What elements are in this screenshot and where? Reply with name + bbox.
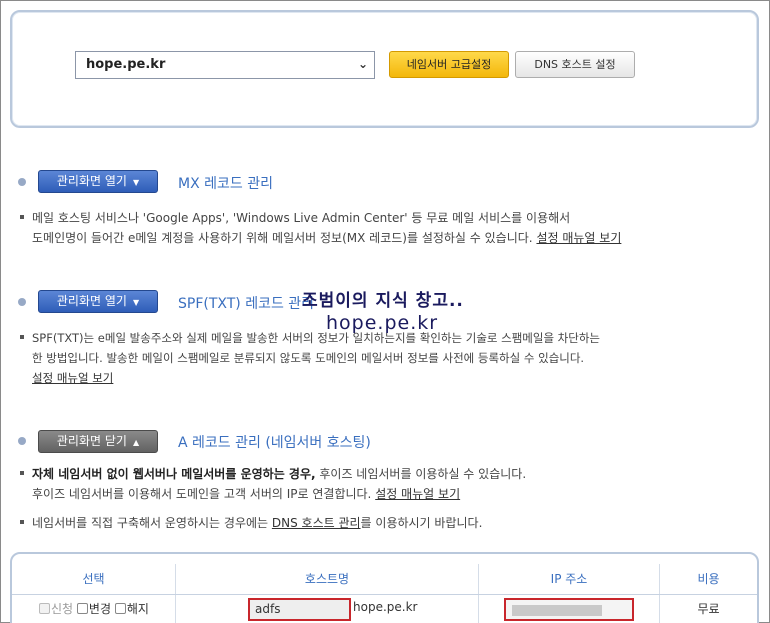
mx-description: 메일 호스팅 서비스나 'Google Apps', 'Windows Live… — [20, 208, 760, 248]
col-header-select: 선택 — [82, 572, 105, 586]
square-bullet-icon — [20, 334, 24, 339]
apply-checkbox[interactable] — [39, 603, 50, 614]
table-row-select-options: 신청 변경 해지 — [39, 600, 149, 617]
cancel-label: 해지 — [126, 602, 149, 616]
dns-host-manage-link[interactable]: DNS 호스트 관리 — [272, 516, 361, 530]
ip-address-input[interactable] — [504, 598, 634, 621]
cancel-checkbox[interactable] — [114, 603, 126, 614]
header-divider — [12, 594, 757, 595]
hostname-suffix: hope.pe.kr — [353, 600, 418, 614]
mx-manual-link[interactable]: 설정 매뉴얼 보기 — [536, 231, 621, 245]
section-bullet — [18, 178, 26, 186]
nameserver-advanced-button[interactable]: 네임서버 고급설정 — [389, 51, 509, 78]
spf-desc-line2: 한 방법입니다. 발송한 메일이 스팸메일로 분류되지 않도록 도메인의 메일서… — [32, 351, 585, 365]
cost-value: 무료 — [697, 602, 720, 616]
a-record-table: 선택 호스트명 IP 주소 비용 신청 변경 해지 adfs hope.pe.k… — [10, 552, 759, 623]
col-header-cost: 비용 — [697, 572, 720, 586]
mx-section-title: MX 레코드 관리 — [178, 176, 273, 192]
a-record-desc3-post: 를 이용하시기 바랍니다. — [360, 516, 483, 530]
square-bullet-icon — [20, 470, 24, 475]
caret-down-icon: ▼ — [132, 298, 140, 307]
col-header-ip: IP 주소 — [550, 572, 588, 586]
a-record-description: 자체 네임서버 없이 웹서버나 메일서버를 운영하는 경우, 후이즈 네임서버를… — [20, 464, 760, 504]
watermark-url: hope.pe.kr — [326, 312, 439, 334]
caret-up-icon: ▲ — [132, 438, 140, 447]
mx-toggle-label: 관리화면 열기 — [56, 174, 127, 188]
col-header-hostname: 호스트명 — [304, 572, 350, 586]
section-bullet — [18, 298, 26, 306]
section-bullet — [18, 437, 26, 445]
apply-label: 신청 — [51, 602, 74, 616]
spf-section-title: SPF(TXT) 레코드 관리 — [178, 296, 315, 312]
dns-host-settings-button[interactable]: DNS 호스트 설정 — [515, 51, 635, 78]
square-bullet-icon — [20, 519, 24, 524]
spf-toggle-button[interactable]: 관리화면 열기 ▼ — [38, 290, 158, 313]
a-record-manual-link[interactable]: 설정 매뉴얼 보기 — [375, 487, 460, 501]
domain-selector-panel: hope.pe.kr ⌄ 네임서버 고급설정 DNS 호스트 설정 — [10, 10, 759, 128]
a-record-toggle-button[interactable]: 관리화면 닫기 ▲ — [38, 430, 158, 453]
watermark-title: 조범이의 지식 창고.. — [302, 291, 464, 311]
change-label: 변경 — [88, 602, 112, 616]
domain-select-value: hope.pe.kr — [86, 57, 166, 72]
chevron-down-icon: ⌄ — [357, 57, 368, 71]
a-record-desc-line1: 후이즈 네임서버를 이용하실 수 있습니다. — [315, 467, 527, 481]
a-record-desc-bold: 자체 네임서버 없이 웹서버나 메일서버를 운영하는 경우, — [32, 467, 316, 481]
redacted-ip — [512, 605, 602, 616]
a-record-desc-line2: 후이즈 네임서버를 이용해서 도메인을 고객 서버의 IP로 연결합니다. — [32, 487, 372, 501]
a-record-toggle-label: 관리화면 닫기 — [56, 434, 127, 448]
change-checkbox[interactable] — [76, 603, 88, 614]
caret-down-icon: ▼ — [132, 178, 140, 187]
a-record-section-title: A 레코드 관리 (네임서버 호스팅) — [178, 435, 371, 451]
square-bullet-icon — [20, 214, 24, 219]
hostname-input[interactable]: adfs — [248, 598, 351, 621]
a-record-desc3-pre: 네임서버를 직접 구축해서 운영하시는 경우에는 — [32, 516, 272, 530]
spf-description: SPF(TXT)는 e메일 발송주소와 실제 메일을 발송한 서버의 정보가 일… — [20, 328, 760, 388]
mx-desc-line1: 메일 호스팅 서비스나 'Google Apps', 'Windows Live… — [32, 211, 571, 225]
spf-desc-line1: SPF(TXT)는 e메일 발송주소와 실제 메일을 발송한 서버의 정보가 일… — [32, 331, 601, 345]
spf-toggle-label: 관리화면 열기 — [56, 294, 127, 308]
mx-desc-line2: 도메인명이 들어간 e메일 계정을 사용하기 위해 메일서버 정보(MX 레코드… — [32, 231, 533, 245]
spf-manual-link[interactable]: 설정 매뉴얼 보기 — [32, 371, 113, 385]
domain-select[interactable]: hope.pe.kr ⌄ — [75, 51, 375, 79]
a-record-description-2: 네임서버를 직접 구축해서 운영하시는 경우에는 DNS 호스트 관리를 이용하… — [20, 513, 760, 533]
mx-toggle-button[interactable]: 관리화면 열기 ▼ — [38, 170, 158, 193]
